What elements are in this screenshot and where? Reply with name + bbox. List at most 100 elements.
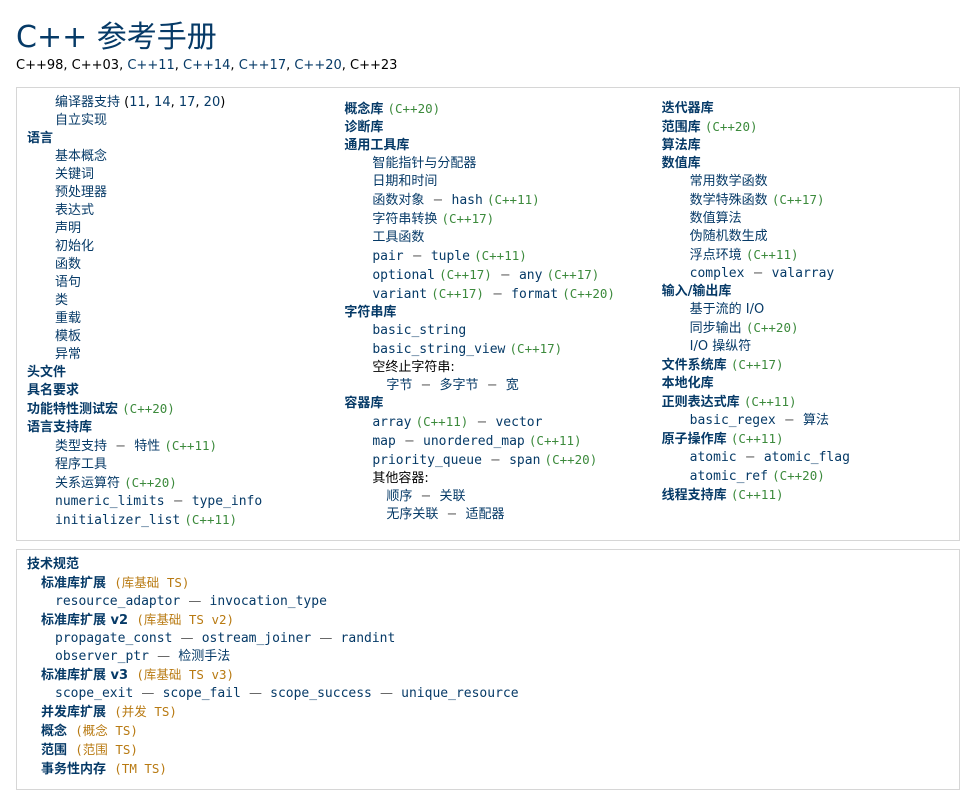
link-priority-queue[interactable]: priority_queue [372,453,482,468]
link-overloading[interactable]: 重载 [55,311,81,326]
heading-ranges[interactable]: 范围库 [662,120,701,135]
link-utility-functions[interactable]: 工具函数 [372,230,424,245]
heading-lib-ext[interactable]: 标准库扩展 [41,576,106,591]
link-scope-fail[interactable]: scope_fail [163,686,241,701]
std-cpp14[interactable]: C++14 [183,58,230,73]
link-scope-success[interactable]: scope_success [270,686,372,701]
link-randint[interactable]: randint [341,631,396,646]
link-compiler-support[interactable]: 编译器支持 [55,95,120,110]
heading-tm-ts[interactable]: 事务性内存 [41,762,106,777]
heading-filesystem[interactable]: 文件系统库 [662,358,727,373]
link-span[interactable]: span [509,453,540,468]
link-expressions[interactable]: 表达式 [55,203,94,218]
link-preprocessor[interactable]: 预处理器 [55,185,107,200]
heading-numerics[interactable]: 数值库 [662,156,701,171]
heading-concepts-ts[interactable]: 概念 [41,724,67,739]
heading-iterators[interactable]: 迭代器库 [662,101,714,116]
link-random[interactable]: 伪随机数生成 [690,229,768,244]
heading-utilities[interactable]: 通用工具库 [344,138,409,153]
link-atomic-flag[interactable]: atomic_flag [764,450,850,465]
link-date-time[interactable]: 日期和时间 [372,174,437,189]
link-classes[interactable]: 类 [55,293,68,308]
link-valarray[interactable]: valarray [772,266,835,281]
heading-concepts[interactable]: 概念库 [344,102,383,117]
link-freestanding[interactable]: 自立实现 [55,113,107,128]
heading-regex[interactable]: 正则表达式库 [662,395,740,410]
link-sync-output[interactable]: 同步输出 [690,321,742,336]
link-atomic-ref[interactable]: atomic_ref [690,469,768,484]
link-20[interactable]: 20 [204,95,221,110]
link-byte[interactable]: 字节 [386,378,412,393]
link-11[interactable]: 11 [129,95,146,110]
link-numeric-algo[interactable]: 数值算法 [690,211,742,226]
link-optional[interactable]: optional [372,268,435,283]
link-string-view[interactable]: basic_string_view [372,342,505,357]
link-format[interactable]: format [511,287,558,302]
link-common-math[interactable]: 常用数学函数 [690,174,768,189]
heading-diagnostics[interactable]: 诊断库 [344,120,383,135]
link-io-manip[interactable]: I/O 操纵符 [690,339,752,354]
heading-concurrency-ext[interactable]: 并发库扩展 [41,705,106,720]
link-14[interactable]: 14 [154,95,171,110]
link-type-support[interactable]: 类型支持 [55,439,107,454]
heading-containers[interactable]: 容器库 [344,396,383,411]
link-17[interactable]: 17 [179,95,196,110]
link-templates[interactable]: 模板 [55,329,81,344]
link-unique-resource[interactable]: unique_resource [401,686,518,701]
link-multibyte[interactable]: 多字节 [440,378,479,393]
link-atomic[interactable]: atomic [690,450,737,465]
link-keywords[interactable]: 关键词 [55,167,94,182]
link-array[interactable]: array [372,415,411,430]
link-initialization[interactable]: 初始化 [55,239,94,254]
link-type-info[interactable]: type_info [192,494,262,509]
heading-algorithms[interactable]: 算法库 [662,138,701,153]
std-cpp17[interactable]: C++17 [239,58,286,73]
link-special-math[interactable]: 数学特殊函数 [690,193,768,208]
link-sequence[interactable]: 顺序 [386,489,412,504]
link-initializer-list[interactable]: initializer_list [55,513,180,528]
link-traits[interactable]: 特性 [134,439,160,454]
link-vector[interactable]: vector [495,415,542,430]
link-function-objects[interactable]: 函数对象 [372,193,424,208]
heading-io[interactable]: 输入/输出库 [662,284,732,299]
link-hash[interactable]: hash [452,193,483,208]
link-ostream-joiner[interactable]: ostream_joiner [202,631,312,646]
link-functions[interactable]: 函数 [55,257,81,272]
std-cpp11[interactable]: C++11 [127,58,174,73]
link-declarations[interactable]: 声明 [55,221,81,236]
link-adaptors[interactable]: 适配器 [466,507,505,522]
link-associative[interactable]: 关联 [440,489,466,504]
heading-localization[interactable]: 本地化库 [662,376,714,391]
heading-lib-ext-v3[interactable]: 标准库扩展 v3 [41,668,128,683]
heading-atomic[interactable]: 原子操作库 [662,432,727,447]
link-propagate-const[interactable]: propagate_const [55,631,172,646]
link-any[interactable]: any [519,268,542,283]
link-observer-ptr[interactable]: observer_ptr [55,649,149,664]
link-stream-io[interactable]: 基于流的 I/O [690,302,765,317]
link-basic-concepts[interactable]: 基本概念 [55,149,107,164]
link-basic-regex[interactable]: basic_regex [690,413,776,428]
heading-named-req[interactable]: 具名要求 [27,383,79,398]
heading-lib-ext-v2[interactable]: 标准库扩展 v2 [41,613,128,628]
link-variant[interactable]: variant [372,287,427,302]
link-unordered[interactable]: 无序关联 [386,507,438,522]
link-wide[interactable]: 宽 [506,378,519,393]
heading-headers[interactable]: 头文件 [27,365,66,380]
link-detection[interactable]: 检测手法 [178,649,230,664]
heading-feature-macros[interactable]: 功能特性测试宏 [27,402,118,417]
link-pair[interactable]: pair [372,249,403,264]
heading-thread[interactable]: 线程支持库 [662,488,727,503]
link-map[interactable]: map [372,434,395,449]
link-invocation-type[interactable]: invocation_type [210,594,327,609]
link-smart-pointers[interactable]: 智能指针与分配器 [372,156,476,171]
link-statements[interactable]: 语句 [55,275,81,290]
heading-strings[interactable]: 字符串库 [344,305,396,320]
link-regex-algo[interactable]: 算法 [803,413,829,428]
heading-tech-specs[interactable]: 技术规范 [27,557,79,572]
std-cpp20[interactable]: C++20 [294,58,341,73]
link-numeric-limits[interactable]: numeric_limits [55,494,165,509]
link-complex[interactable]: complex [690,266,745,281]
link-program-utils[interactable]: 程序工具 [55,457,107,472]
link-unordered-map[interactable]: unordered_map [423,434,525,449]
link-basic-string[interactable]: basic_string [372,323,466,338]
